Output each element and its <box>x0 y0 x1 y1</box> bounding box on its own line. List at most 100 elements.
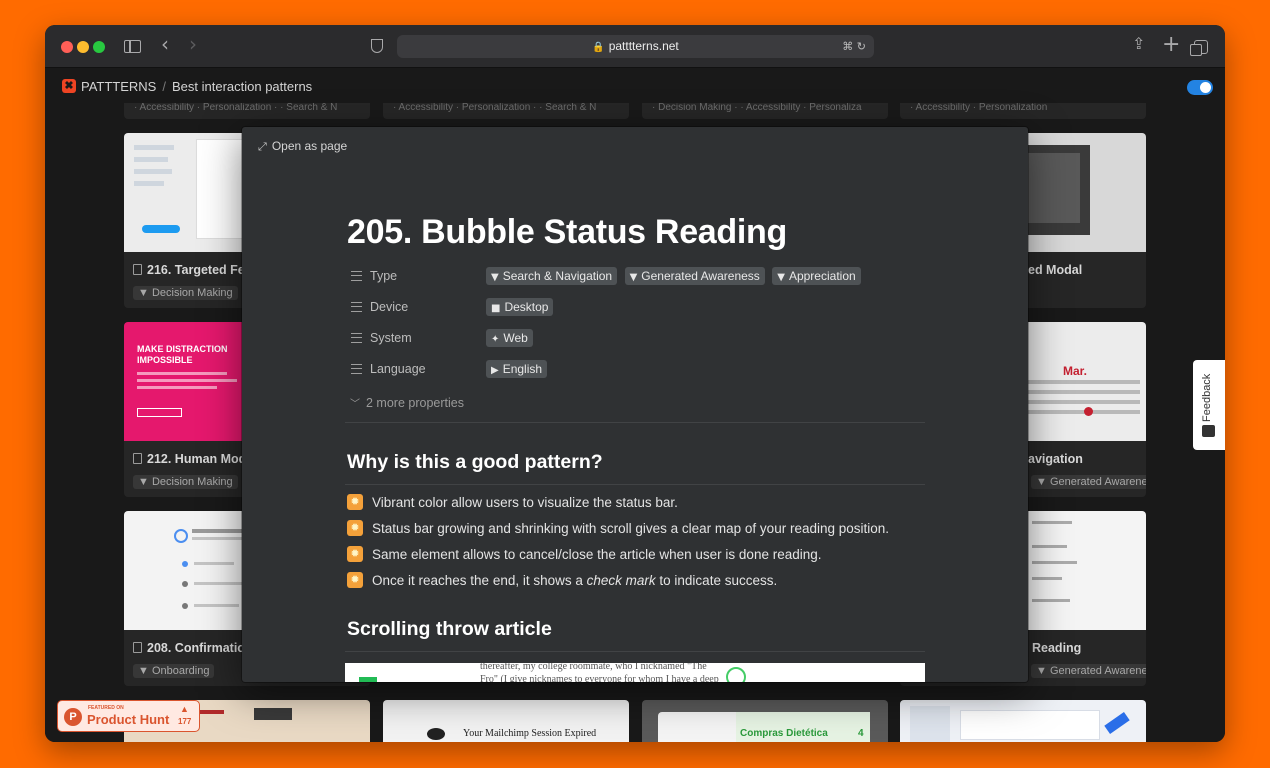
breadcrumb-separator: / <box>162 79 166 94</box>
property-label: Language <box>370 362 426 376</box>
system-chip[interactable]: ✦ Web <box>486 329 533 347</box>
page-icon <box>133 453 142 464</box>
type-chip[interactable]: ▼ Appreciation <box>772 267 861 285</box>
minimize-window-button[interactable] <box>77 41 89 53</box>
new-tab-icon[interactable]: + <box>1162 32 1180 57</box>
card-tag: ▼ Decision Making <box>133 286 238 300</box>
card-title: Reading <box>1032 641 1082 655</box>
compras-thumb-count: 4 <box>858 728 864 739</box>
product-hunt-featured: FEATURED ON <box>88 705 124 711</box>
translate-reload-icons[interactable]: ⌘ ↻ <box>842 35 866 58</box>
list-property-icon <box>351 364 362 374</box>
bullet-text: Same element allows to cancel/close the … <box>372 547 822 562</box>
divider <box>345 651 925 652</box>
more-properties-label: 2 more properties <box>366 396 464 410</box>
property-values[interactable]: ▶ English <box>486 360 550 378</box>
bullet-emphasis: check mark <box>586 573 656 588</box>
chip-icon: ▶ <box>491 365 499 376</box>
back-icon[interactable]: ‹ <box>161 32 169 56</box>
address-bar[interactable]: 🔒 patttterns.net ⌘ ↻ <box>397 35 874 58</box>
property-values[interactable]: ■ Desktop <box>486 298 556 316</box>
close-window-button[interactable] <box>61 41 73 53</box>
type-chip[interactable]: ▼ Search & Navigation <box>486 267 618 285</box>
tab-overview-icon[interactable] <box>1190 40 1208 56</box>
browser-window: ‹ › 🔒 patttterns.net ⌘ ↻ ⇪ + ✖ PATTTERNS /… <box>45 25 1225 742</box>
property-values[interactable]: ▼ Search & Navigation ▼ Generated Awarenes… <box>486 267 864 285</box>
property-values[interactable]: ✦ Web <box>486 329 536 347</box>
pattern-modal: ⤢ Open as page 205. Bubble Status Reading… <box>242 127 1028 682</box>
sidebar-toggle-icon[interactable] <box>124 40 141 53</box>
gallery-card-strip[interactable]: · Decision Making · · Accessibility · Pe… <box>642 103 888 119</box>
sun-icon <box>347 572 363 588</box>
card-title: ed Modal <box>1028 263 1083 277</box>
url-text: patttterns.net <box>608 39 679 53</box>
chip-icon: ▼ <box>491 272 499 283</box>
list-property-icon <box>351 271 362 281</box>
chip-icon: ■ <box>491 303 501 314</box>
gallery-card-strip[interactable]: · Accessibility · Personalization · · Se… <box>383 103 629 119</box>
theme-toggle[interactable] <box>1187 80 1213 95</box>
bullet-text: Vibrant color allow users to visualize t… <box>372 495 678 510</box>
article-preview-text: thereafter, my college roommate, who I n… <box>480 663 719 682</box>
product-hunt-logo: P <box>64 708 82 726</box>
property-label: System <box>370 331 412 345</box>
card-title-text: 208. Confirmation <box>147 641 253 655</box>
gallery-card[interactable]: Compras Dietética 4 <box>642 700 888 742</box>
strip-tags: · Accessibility · Personalization · · Se… <box>393 103 597 113</box>
forward-icon[interactable]: › <box>189 32 197 56</box>
language-chip[interactable]: ▶ English <box>486 360 548 378</box>
feedback-tab[interactable]: Feedback <box>1193 360 1225 450</box>
gallery-card[interactable] <box>900 700 1146 742</box>
chip-icon: ✦ <box>491 334 500 345</box>
property-type[interactable]: Type ▼ Search & Navigation ▼ Generated Awa… <box>347 266 907 290</box>
gallery-card-strip[interactable]: · Accessibility · Personalization <box>900 103 1146 119</box>
property-language[interactable]: Language ▶ English <box>347 359 907 383</box>
feedback-icon <box>1202 425 1215 437</box>
product-hunt-badge[interactable]: P FEATURED ON Product Hunt ▲ 177 <box>57 700 200 732</box>
breadcrumb-root[interactable]: PATTTERNS <box>81 79 156 94</box>
gallery-card[interactable]: Your Mailchimp Session Expired <box>383 700 629 742</box>
property-device[interactable]: Device ■ Desktop <box>347 297 907 321</box>
more-properties-toggle[interactable]: ﹀ 2 more properties <box>350 395 464 410</box>
page-icon <box>133 264 142 275</box>
card-tag: ▼ Generated Awareness <box>1031 664 1146 678</box>
share-icon[interactable]: ⇪ <box>1132 34 1145 53</box>
calendar-month: Mar. <box>1063 364 1088 378</box>
patttterns-logo[interactable]: ✖ <box>62 79 76 93</box>
bullet-text: Once it reaches the end, it shows a <box>372 573 587 588</box>
privacy-shield-icon[interactable] <box>371 39 383 53</box>
bullet-item: Vibrant color allow users to visualize t… <box>347 494 678 514</box>
breadcrumb-page[interactable]: Best interaction patterns <box>172 79 312 94</box>
status-bubble <box>359 677 377 682</box>
list-property-icon <box>351 333 362 343</box>
card-title-text: 216. Targeted Fe <box>147 263 245 277</box>
compras-thumb-text: Compras Dietética <box>740 728 828 739</box>
strip-tags: · Decision Making · · Accessibility · Pe… <box>652 103 862 113</box>
chip-label: English <box>502 362 543 376</box>
bullet-text: Status bar growing and shrinking with sc… <box>372 521 890 536</box>
chip-label: Generated Awareness <box>641 269 760 283</box>
gallery-card-strip[interactable]: · Accessibility · Personalization · · Se… <box>124 103 370 119</box>
open-as-page-button[interactable]: ⤢ Open as page <box>258 139 347 154</box>
chip-label: Desktop <box>504 300 549 314</box>
open-as-page-label: Open as page <box>271 139 348 153</box>
divider <box>345 422 925 423</box>
sun-icon <box>347 520 363 536</box>
type-chip[interactable]: ▼ Generated Awareness <box>624 267 765 285</box>
zoom-window-button[interactable] <box>93 41 105 53</box>
property-system[interactable]: System ✦ Web <box>347 328 907 352</box>
lock-icon: 🔒 <box>592 42 605 53</box>
bullet-text-after: to indicate success. <box>655 573 778 588</box>
page-icon <box>133 642 142 653</box>
device-chip[interactable]: ■ Desktop <box>486 298 554 316</box>
card-tag: ▼ Decision Making <box>133 475 238 489</box>
article-line: thereafter, my college roommate, who I n… <box>480 663 707 672</box>
upvote-icon: ▲ <box>180 704 189 714</box>
bullet-item: Once it reaches the end, it shows a chec… <box>347 572 777 592</box>
bullet-item: Same element allows to cancel/close the … <box>347 546 822 566</box>
article-line: Fro" (I give nicknames to everyone for w… <box>480 674 719 682</box>
section-heading-scrolling: Scrolling throw article <box>347 618 552 640</box>
card-title: 212. Human Mode <box>133 452 253 466</box>
chip-label: Search & Navigation <box>502 269 613 283</box>
list-property-icon <box>351 302 362 312</box>
